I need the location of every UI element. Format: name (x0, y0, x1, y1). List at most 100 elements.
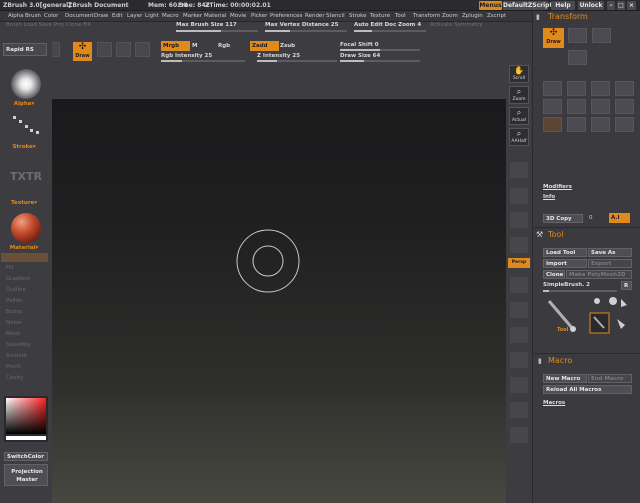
menu-movie[interactable]: Movie (230, 13, 246, 19)
end-macro-button[interactable]: End Macro (588, 374, 632, 383)
actual-button[interactable]: ⌕ Actual (509, 107, 529, 125)
color-picker[interactable] (4, 396, 48, 442)
minimize-icon[interactable]: – (607, 1, 615, 10)
macro-collapse-icon[interactable]: ▮ (538, 357, 542, 365)
material-sphere[interactable] (11, 213, 41, 243)
texture-logo[interactable]: TXTR (10, 170, 42, 183)
transform-collapse-icon[interactable]: ▮ (536, 13, 540, 21)
menu-color[interactable]: Color (44, 13, 58, 19)
menu-transform[interactable]: Transform (413, 13, 440, 19)
new-macro-button[interactable]: New Macro (543, 374, 587, 383)
modifiers-link[interactable]: Modifiers (543, 184, 572, 190)
menu-alpha[interactable]: Alpha (8, 13, 24, 19)
clone-button[interactable]: Clone (543, 270, 565, 279)
macro-title[interactable]: Macro (548, 356, 572, 365)
z-intensity-slider[interactable]: Z Intensity 25 (257, 53, 300, 59)
stroke-menu[interactable]: Stroke▾ (0, 144, 48, 150)
menu-zscript[interactable]: Zscript (487, 13, 506, 19)
menu-preferences[interactable]: Preferences (270, 13, 302, 19)
menu-light[interactable]: Light (145, 13, 159, 19)
scroll-button[interactable]: ✋ Scroll (509, 65, 529, 83)
dim-tool-outline[interactable]: Outline (6, 287, 26, 293)
menu-marker[interactable]: Marker (183, 13, 202, 19)
default-zscript-button[interactable]: DefaultZScript (503, 1, 552, 10)
menu-draw[interactable]: Draw (94, 13, 108, 19)
export-button[interactable]: Export (588, 259, 632, 268)
alpha-thumbnail[interactable] (11, 69, 41, 99)
rgb-toggle[interactable]: Rgb (218, 43, 230, 49)
dim-tool-cavity[interactable]: Cavity (6, 375, 23, 381)
alpha-menu[interactable]: Alpha▾ (0, 101, 48, 107)
reload-all-macros-button[interactable]: Reload All Macros (543, 385, 632, 394)
ai-toggle[interactable]: A.I (609, 213, 630, 223)
menus-button[interactable]: Menus (479, 1, 502, 10)
rgb-intensity-slider[interactable]: Rgb Intensity 25 (161, 53, 212, 59)
menu-brush[interactable]: Brush (25, 13, 41, 19)
menu-macro[interactable]: Macro (162, 13, 179, 19)
material-menu[interactable]: Material▾ (0, 245, 48, 251)
document-canvas[interactable] (52, 99, 506, 503)
aahalf-button[interactable]: ⌕ AAHalf (509, 128, 529, 146)
tool-title[interactable]: Tool (548, 230, 564, 239)
menu-stencil[interactable]: Stencil (326, 13, 345, 19)
menu-document[interactable]: Document (65, 13, 94, 19)
menu-render[interactable]: Render (305, 13, 325, 19)
mrgb-toggle[interactable]: Mrgb (161, 41, 190, 51)
help-button[interactable]: Help (551, 1, 575, 10)
switch-color-button[interactable]: SwitchColor (4, 452, 48, 461)
menu-layer[interactable]: Layer (127, 13, 142, 19)
draw-mode-button[interactable]: ✣ Draw (73, 42, 92, 61)
maximize-icon[interactable]: □ (617, 1, 625, 10)
dim-tool-gradient[interactable]: Gradient (6, 276, 30, 282)
r-button[interactable]: R (621, 281, 632, 290)
auto-edit-doc-zoom-slider[interactable]: Auto Edit Doc Zoom 4 (354, 22, 421, 28)
zadd-toggle[interactable]: Zadd (250, 41, 279, 51)
dim-tool-mask[interactable]: Mask (6, 331, 20, 337)
focal-shift-slider[interactable]: Focal Shift 0 (340, 42, 379, 48)
current-tool-thumbnail[interactable]: Tool (543, 295, 583, 335)
menu-zoom[interactable]: Zoom (442, 13, 458, 19)
import-button[interactable]: Import (543, 259, 587, 268)
menu-texture[interactable]: Texture (370, 13, 390, 19)
dim-tool-noise[interactable]: Noise (6, 320, 21, 326)
m-toggle[interactable]: M (192, 43, 197, 49)
tool-slider-label[interactable]: SimpleBrush. 2 (543, 282, 590, 288)
tool-hammer-icon[interactable]: ⚒ (536, 230, 543, 239)
menu-picker[interactable]: Picker (251, 13, 267, 19)
dim-tool-savepoly[interactable]: SavePoly (6, 342, 31, 348)
transform-draw-button[interactable]: ✣ Draw (543, 28, 564, 48)
make-polymesh-button[interactable]: Make PolyMesh3D (566, 270, 632, 279)
dim-tool-polish[interactable]: Polish (6, 298, 22, 304)
color-square[interactable] (6, 398, 46, 434)
stroke-dots-icon[interactable] (10, 113, 40, 137)
dim-tool-fill[interactable]: Fill (6, 265, 13, 271)
menu-tool[interactable]: Tool (395, 13, 406, 19)
macros-link[interactable]: Macros (543, 400, 565, 406)
draw-size-slider[interactable]: Draw Size 64 (340, 53, 380, 59)
zoom-button[interactable]: ⌕ Zoom (509, 86, 529, 104)
tool-thumbnails[interactable] (587, 295, 633, 335)
texture-menu[interactable]: Texture▾ (0, 200, 48, 206)
3d-copy-button[interactable]: 3D Copy (543, 214, 583, 223)
dim-tool-smooth[interactable]: Smooth (6, 353, 27, 359)
unlock-button[interactable]: Unlock (578, 1, 604, 10)
menu-edit[interactable]: Edit (112, 13, 123, 19)
magnifier-icon: ⌕ (516, 87, 522, 96)
dim-tool-pinch[interactable]: Pinch (6, 364, 21, 370)
rapid-rs-button[interactable]: Rapid RS (3, 43, 47, 56)
zsub-toggle[interactable]: Zsub (280, 43, 295, 49)
menu-material[interactable]: Material (204, 13, 226, 19)
menu-stroke[interactable]: Stroke (349, 13, 367, 19)
projection-master-button[interactable]: Projection Master (4, 464, 48, 486)
dim-tool-bump[interactable]: Bump (6, 309, 22, 315)
persp-toggle[interactable]: Persp (508, 258, 530, 268)
info-link[interactable]: Info (543, 194, 555, 200)
menu-zplugin[interactable]: Zplugin (462, 13, 483, 19)
max-brush-size-slider[interactable]: Max Brush Size 117 (176, 22, 237, 28)
color-swatch[interactable] (6, 436, 46, 440)
close-icon[interactable]: × (627, 1, 636, 10)
max-vertex-distance-slider[interactable]: Max Vertex Distance 25 (265, 22, 338, 28)
load-tool-button[interactable]: Load Tool (543, 248, 587, 257)
save-as-button[interactable]: Save As (588, 248, 632, 257)
transform-title[interactable]: Transform (548, 12, 588, 21)
